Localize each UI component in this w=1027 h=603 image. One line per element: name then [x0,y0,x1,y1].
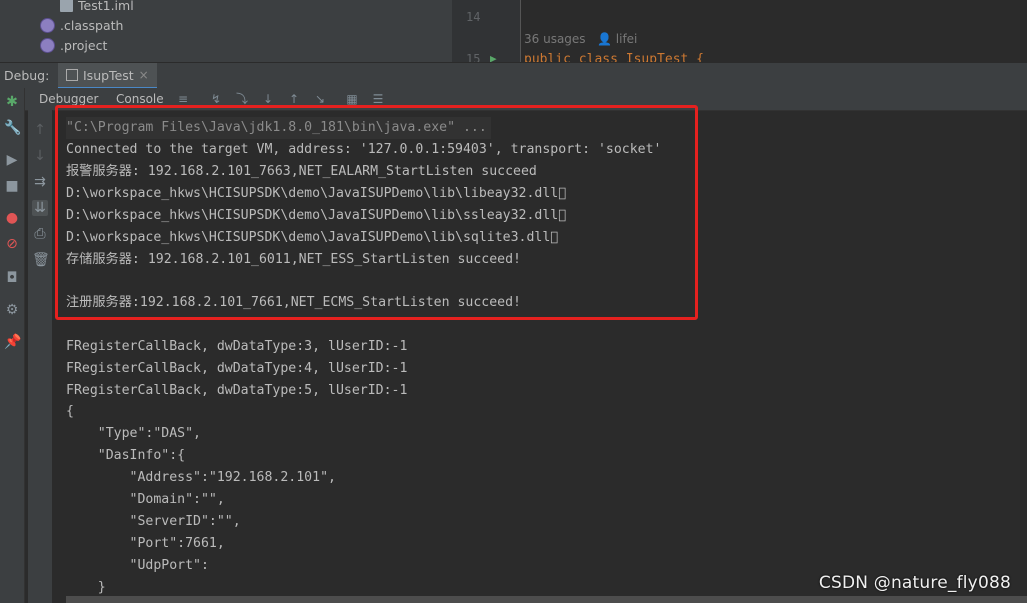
soft-wrap-icon[interactable]: ⇉ [32,174,48,190]
tree-item-test1-iml[interactable]: Test1.iml [60,0,134,13]
console-line: "Domain":"", [66,492,225,507]
line-number: 14 [466,10,481,24]
resume-icon[interactable]: ▶ [4,152,20,168]
trash-icon[interactable]: 🗑 [32,252,50,268]
code-line: public class IsupTest { [524,52,705,62]
author-hint: 👤 lifei [597,32,637,46]
down-arrow-icon[interactable]: ↓ [32,148,48,164]
show-execution-point-icon[interactable]: ↯ [210,93,222,105]
run-to-cursor-icon[interactable]: ↘ [314,93,326,105]
config-file-icon [40,18,55,33]
console-line: D:\workspace_hkws\HCISUPSDK\demo\JavaISU… [66,230,559,245]
console-line: "C:\Program Files\Java\jdk1.8.0_181\bin\… [66,117,491,139]
debug-label: Debug: [4,68,50,83]
close-icon[interactable]: × [139,68,149,82]
tree-item-project[interactable]: .project [40,38,107,53]
top-strip: Test1.iml .classpath .project 14 15 ▶ 36… [0,0,1027,62]
console-line: 报警服务器: 192.168.2.101_7663,NET_EALARM_Sta… [66,164,537,179]
editor-area[interactable]: 14 15 ▶ 36 usages 👤 lifei public class I… [452,0,1027,62]
console-line: D:\workspace_hkws\HCISUPSDK\demo\JavaISU… [66,208,567,223]
horizontal-scrollbar[interactable] [66,596,1027,603]
tree-item-classpath[interactable]: .classpath [40,18,123,33]
console-line: "ServerID":"", [66,514,241,529]
console-line: 注册服务器:192.168.2.101_7661,NET_ECMS_StartL… [66,295,521,310]
console-side-toolbar: ↑ ↓ ⇉ ⇊ ⎙ 🗑 [28,110,53,603]
line-number: 15 [466,52,481,62]
run-config-tab[interactable]: IsupTest × [58,63,157,89]
step-over-icon[interactable]: ⤵ [236,93,248,105]
gear-icon[interactable]: ⚙ [4,302,20,318]
view-breakpoints-icon[interactable]: ● [4,210,20,226]
console-line: FRegisterCallBack, dwDataType:5, lUserID… [66,383,408,398]
console-line: FRegisterCallBack, dwDataType:3, lUserID… [66,339,408,354]
debug-toolwindow-header: Debug: IsupTest × [0,62,1027,90]
console-line: "Type":"DAS", [66,426,201,441]
step-out-icon[interactable]: ↑ [288,93,300,105]
console-line: FRegisterCallBack, dwDataType:4, lUserID… [66,361,408,376]
scroll-to-end-icon[interactable]: ⇊ [32,200,48,216]
run-gutter-icon[interactable]: ▶ [490,52,497,62]
step-into-icon[interactable]: ↓ [262,93,274,105]
pause-icon[interactable]: ■ [4,178,20,194]
watermark: CSDN @nature_fly088 [818,573,1011,593]
console-line: "UdpPort": [66,558,209,573]
console-line: D:\workspace_hkws\HCISUPSDK\demo\JavaISU… [66,186,567,201]
usages-hint[interactable]: 36 usages [524,32,586,46]
run-tab-label: IsupTest [83,67,134,83]
tree-item-label: .project [60,38,108,53]
console-output[interactable]: "C:\Program Files\Java\jdk1.8.0_181\bin\… [54,111,1027,603]
author-name: lifei [615,32,638,46]
settings-wrench-icon[interactable]: 🔧 [4,120,21,136]
layout-icon[interactable]: ☰ [372,93,384,105]
module-file-icon [60,0,73,12]
tree-item-label: Test1.iml [78,0,134,13]
console-line: "Port":7661, [66,536,225,551]
tab-debugger[interactable]: Debugger [39,92,98,106]
console-line: "DasInfo":{ [66,448,186,463]
camera-icon[interactable]: ◘ [4,270,20,286]
pin-icon[interactable]: 📌 [4,334,21,350]
debug-side-toolbar: ✱ 🔧 ▶ ■ ● ⊘ ◘ ⚙ 📌 [0,88,25,603]
editor-gutter: 14 15 ▶ [452,0,521,62]
up-arrow-icon[interactable]: ↑ [32,122,48,138]
menu-icon[interactable]: ≡ [177,93,189,105]
debug-bug-icon[interactable]: ✱ [4,94,20,110]
debug-toolbar: Debugger Console ≡ ↯ ⤵ ↓ ↑ ↘ ▦ ☰ [0,88,1027,111]
print-icon[interactable]: ⎙ [32,226,48,242]
tab-console[interactable]: Console [116,92,164,106]
console-line: "Address":"192.168.2.101", [66,470,336,485]
tree-item-label: .classpath [60,18,124,33]
console-line: Connected to the target VM, address: '12… [66,142,662,157]
application-icon [66,69,78,81]
console-line: 存储服务器: 192.168.2.101_6011,NET_ESS_StartL… [66,252,521,267]
mute-breakpoints-icon[interactable]: ⊘ [4,236,20,252]
user-icon: 👤 [597,32,612,46]
console-line: { [66,404,74,419]
evaluate-expression-icon[interactable]: ▦ [346,93,358,105]
config-file-icon [40,38,55,53]
